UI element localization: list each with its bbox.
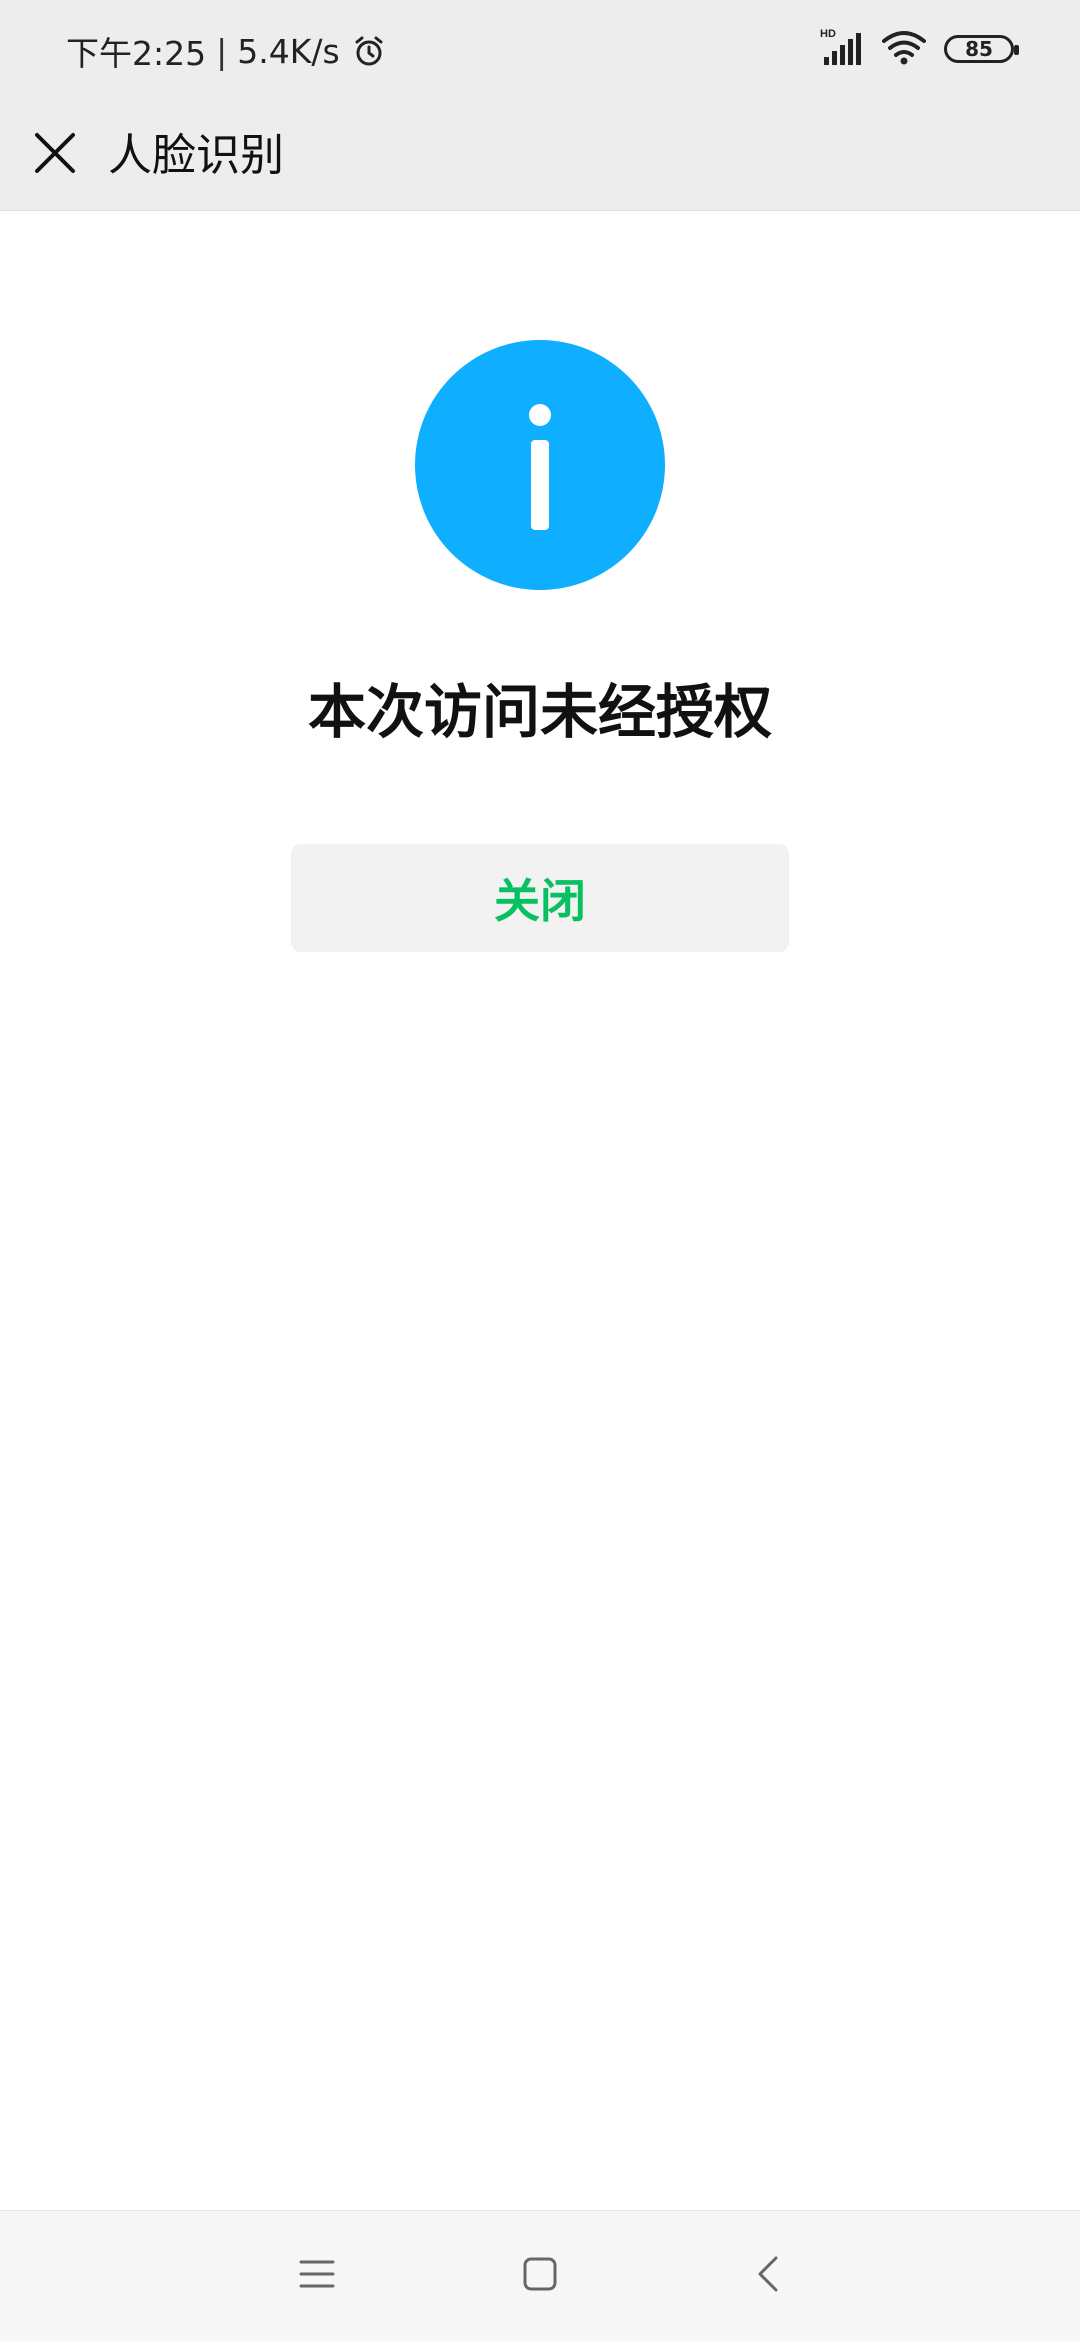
info-icon — [415, 340, 665, 590]
close-page-button[interactable] — [20, 120, 90, 190]
svg-text:HD: HD — [820, 28, 836, 40]
nav-home-button[interactable] — [505, 2241, 575, 2311]
close-button[interactable]: 关闭 — [291, 844, 789, 952]
header-bar: 人脸识别 — [0, 100, 1080, 211]
battery-level: 85 — [965, 37, 993, 61]
status-left: 下午2:25 | 5.4K/s — [66, 26, 386, 76]
battery-indicator: 85 — [944, 35, 1019, 63]
page-title: 人脸识别 — [108, 130, 284, 181]
status-time: 下午2:25 — [66, 34, 207, 73]
home-icon — [522, 2256, 558, 2296]
wifi-icon — [882, 29, 926, 69]
nav-back-button[interactable] — [733, 2241, 803, 2311]
network-speed: 5.4K/s — [237, 31, 340, 71]
status-bar: 下午2:25 | 5.4K/s HD 85 — [0, 0, 1080, 100]
status-right: HD 85 — [820, 24, 1019, 74]
back-icon — [754, 2254, 782, 2298]
status-separator: | — [216, 31, 228, 71]
system-nav-bar — [0, 2210, 1080, 2341]
hd-signal-icon: HD — [820, 27, 864, 71]
info-icon-bar — [531, 440, 549, 530]
menu-icon — [299, 2258, 335, 2294]
status-message: 本次访问未经授权 — [307, 678, 772, 746]
close-icon — [33, 131, 77, 179]
alarm-clock-icon — [352, 34, 386, 68]
info-icon-dot — [529, 404, 551, 426]
nav-menu-button[interactable] — [282, 2241, 352, 2311]
